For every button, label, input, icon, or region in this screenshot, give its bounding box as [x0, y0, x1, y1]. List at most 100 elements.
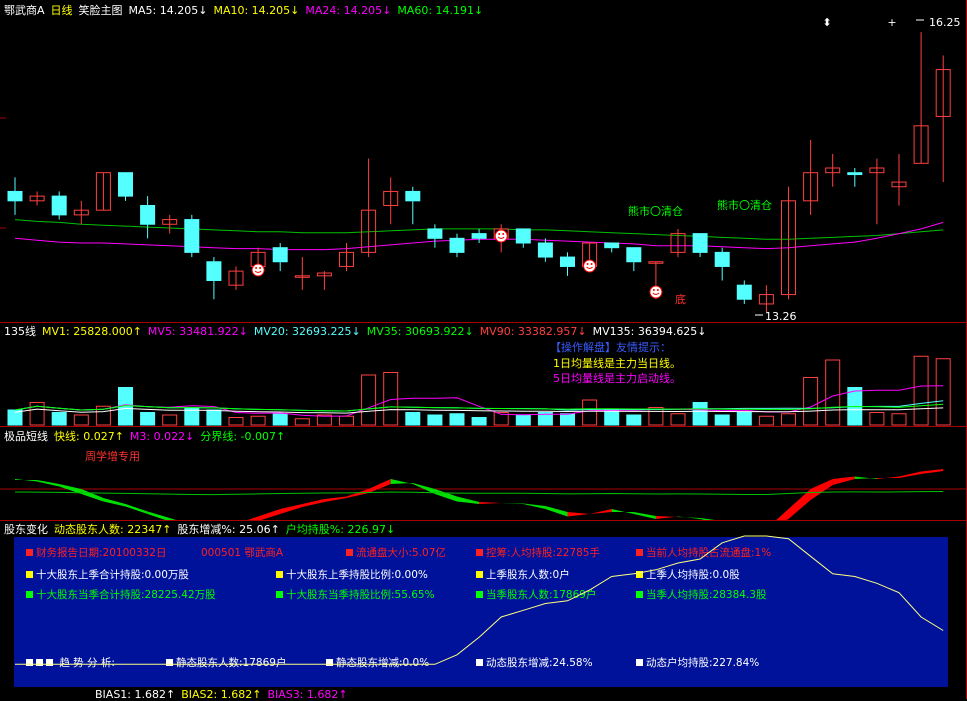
volume-bar — [758, 415, 774, 426]
candle — [29, 191, 45, 206]
volume-chart[interactable] — [0, 323, 967, 427]
tip-line-2: 5日均量线是主力启动线。 — [553, 372, 681, 385]
bear-market-label: 熊市〇清仓 — [628, 204, 683, 218]
candle-body — [7, 190, 23, 202]
oscillator-band — [501, 503, 524, 504]
volume-bar — [803, 377, 819, 426]
candle — [405, 186, 421, 225]
volume-bar — [140, 412, 156, 426]
smiley-face — [251, 263, 265, 277]
volume-bar — [736, 412, 752, 426]
oscillator-band — [655, 516, 678, 519]
candle-body — [118, 172, 133, 197]
candle — [339, 243, 354, 272]
candle — [51, 191, 67, 220]
candle — [913, 32, 929, 164]
volume-bar — [228, 417, 244, 426]
oscillator-band — [125, 504, 148, 514]
bias-label: BIAS3: 1.682↑ — [267, 688, 348, 701]
candle-body — [140, 205, 156, 225]
candle — [294, 257, 310, 290]
price-pane[interactable]: 鄂武商A 日线 笑脸主图 MA5: 14.205↓ MA10: 14.205↓ MA24:… — [0, 0, 967, 322]
candle — [560, 252, 575, 276]
volume-bar — [405, 412, 421, 426]
volume-bar — [869, 412, 885, 426]
oscillator-band — [103, 498, 126, 507]
tip-line-1: 1日均量线是主力当日线。 — [553, 357, 681, 370]
volume-bar — [339, 415, 354, 426]
candle — [427, 224, 443, 248]
candle — [758, 285, 774, 313]
candle — [316, 271, 332, 290]
volume-bar — [427, 414, 443, 426]
oscillator-chart[interactable] — [0, 427, 967, 521]
candle — [891, 153, 907, 206]
candle — [803, 139, 819, 215]
candle — [73, 200, 89, 225]
smiley-eye — [590, 263, 593, 265]
smiley-icon — [649, 285, 663, 299]
oscillator-band — [390, 479, 413, 484]
volume-bar — [272, 413, 288, 426]
volume-bar — [825, 359, 841, 426]
oscillator-band — [876, 476, 899, 479]
candle — [626, 247, 642, 272]
candle-body — [449, 237, 465, 253]
candle — [670, 228, 686, 258]
volume-bar — [692, 402, 708, 426]
expand-icon: ⬍ — [822, 16, 831, 29]
candle — [714, 247, 730, 281]
oscillator-band — [81, 489, 104, 502]
candle — [825, 153, 841, 187]
bias-label: BIAS2: 1.682↑ — [181, 688, 262, 701]
shareholder-pane[interactable]: 股东变化 动态股东人数: 22347↑ 股东增减%: 25.06↑ 户均持股%: 22… — [0, 520, 967, 701]
volume-bar — [714, 414, 730, 426]
candle-body — [515, 228, 531, 244]
candle — [383, 177, 399, 225]
oscillator-note: 周学增专用 — [85, 450, 140, 463]
volume-bar — [515, 414, 531, 426]
candle — [935, 55, 951, 183]
oscillator-pane[interactable]: 极品短线 快线: 0.027↑ M3: 0.022↓ 分界线: -0.007↑ 周学增… — [0, 426, 967, 521]
smiley-face — [649, 285, 663, 299]
smiley-icon — [494, 229, 508, 243]
candle-body — [405, 190, 421, 202]
shareholder-trend-line — [15, 535, 944, 665]
volume-bar — [51, 412, 67, 426]
candle-body — [272, 247, 288, 263]
candle — [604, 242, 620, 253]
oscillator-band — [523, 503, 546, 509]
oscillator-band — [368, 479, 391, 493]
candle-body — [847, 172, 863, 176]
volume-bar — [670, 413, 686, 426]
candle-body — [714, 251, 730, 267]
volume-bar — [913, 355, 929, 426]
candle — [206, 257, 222, 300]
smiley-face — [494, 229, 508, 243]
candle-body — [604, 242, 620, 249]
volume-bar — [361, 374, 377, 426]
oscillator-band — [899, 471, 922, 478]
volume-bar — [162, 414, 178, 426]
candle — [7, 177, 23, 215]
divide-line — [14, 491, 944, 496]
oscillator-band — [854, 476, 877, 479]
shareholder-line-chart — [15, 535, 944, 665]
candle — [471, 228, 487, 243]
candle — [272, 243, 288, 272]
candle-body — [736, 284, 752, 300]
candlestick-chart[interactable]: 熊市〇清仓 熊市〇清仓底 16.25 13.26 ⬍ + — [0, 0, 967, 322]
candle — [781, 186, 796, 300]
candle — [95, 172, 111, 211]
smiley-eye — [259, 267, 262, 269]
candle-body — [427, 228, 443, 239]
candle — [537, 238, 553, 262]
candle — [869, 158, 885, 225]
volume-pane[interactable]: 135线 MV1: 25828.000↑ MV5: 33481.922↓ MV20: … — [0, 322, 967, 427]
oscillator-band — [545, 506, 568, 517]
oscillator-band — [324, 496, 347, 502]
volume-bar — [449, 413, 465, 426]
smiley-eye — [498, 233, 501, 235]
volume-bar — [73, 414, 89, 426]
oscillator-band — [611, 509, 634, 514]
